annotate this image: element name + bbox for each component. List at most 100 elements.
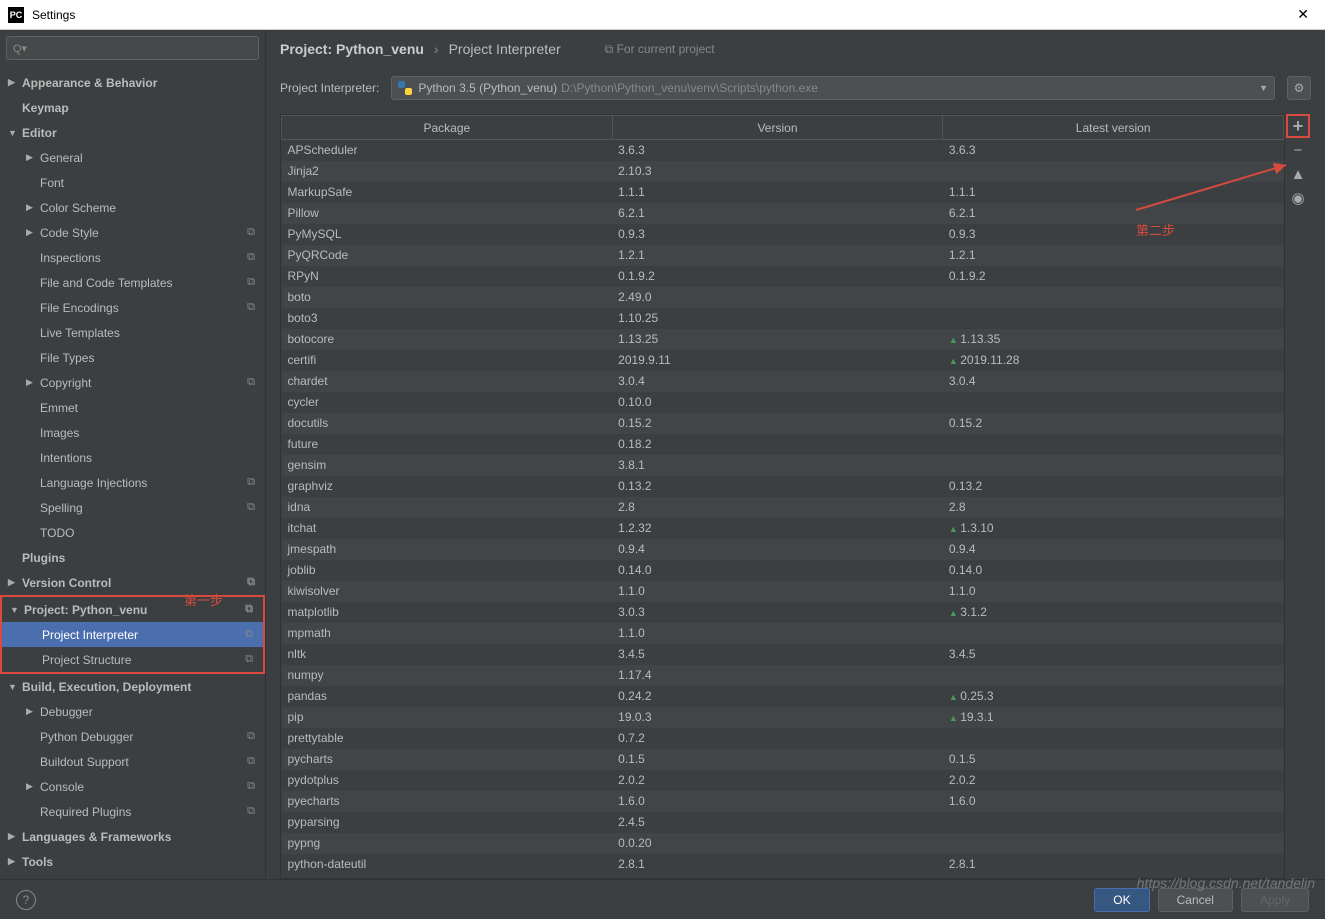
tree-node-console[interactable]: ▶Console⧉	[0, 774, 265, 799]
titlebar: PC Settings ✕	[0, 0, 1325, 30]
package-row[interactable]: cycler0.10.0	[282, 392, 1284, 413]
package-row[interactable]: joblib0.14.00.14.0	[282, 560, 1284, 581]
tree-node-color-scheme[interactable]: ▶Color Scheme	[0, 195, 265, 220]
close-icon[interactable]: ✕	[1289, 6, 1317, 23]
tree-node-languages-frameworks[interactable]: ▶Languages & Frameworks	[0, 824, 265, 849]
package-row[interactable]: chardet3.0.43.0.4	[282, 371, 1284, 392]
tree-node-intentions[interactable]: Intentions	[0, 445, 265, 470]
package-row[interactable]: graphviz0.13.20.13.2	[282, 476, 1284, 497]
upgrade-package-button[interactable]: ▲	[1286, 162, 1310, 186]
package-row[interactable]: docutils0.15.20.15.2	[282, 413, 1284, 434]
package-row[interactable]: mpmath1.1.0	[282, 623, 1284, 644]
tree-node-plugins[interactable]: Plugins	[0, 545, 265, 570]
tree-node-language-injections[interactable]: Language Injections⧉	[0, 470, 265, 495]
apply-button[interactable]: Apply	[1241, 888, 1309, 912]
tree-node-version-control[interactable]: ▶Version Control⧉	[0, 570, 265, 595]
package-row[interactable]: RPyN0.1.9.20.1.9.2	[282, 266, 1284, 287]
app-icon: PC	[8, 7, 24, 23]
scope-icon: ⧉	[247, 476, 255, 489]
ok-button[interactable]: OK	[1094, 888, 1149, 912]
tree-node-font[interactable]: Font	[0, 170, 265, 195]
package-row[interactable]: pip19.0.319.3.1	[282, 707, 1284, 728]
tree-arrow-icon: ▼	[10, 605, 19, 615]
package-row[interactable]: boto31.10.25	[282, 308, 1284, 329]
tree-node-project-interpreter[interactable]: Project Interpreter⧉	[2, 622, 263, 647]
tree-node-live-templates[interactable]: Live Templates	[0, 320, 265, 345]
package-row[interactable]: pycharts0.1.50.1.5	[282, 749, 1284, 770]
annotation-step1: 第一步	[184, 590, 223, 609]
package-row[interactable]: pydotplus2.0.22.0.2	[282, 770, 1284, 791]
tree-node-file-types[interactable]: File Types	[0, 345, 265, 370]
package-row[interactable]: pypng0.0.20	[282, 833, 1284, 854]
package-row[interactable]: certifi2019.9.112019.11.28	[282, 350, 1284, 371]
package-row[interactable]: future0.18.2	[282, 434, 1284, 455]
package-row[interactable]: PyQRCode1.2.11.2.1	[282, 245, 1284, 266]
tree-node-build-execution-deployment[interactable]: ▼Build, Execution, Deployment	[0, 674, 265, 699]
package-row[interactable]: APScheduler3.6.33.6.3	[282, 140, 1284, 161]
package-row[interactable]: pyparsing2.4.5	[282, 812, 1284, 833]
package-row[interactable]: numpy1.17.4	[282, 665, 1284, 686]
tree-node-copyright[interactable]: ▶Copyright⧉	[0, 370, 265, 395]
search-input[interactable]: Q▾	[6, 36, 259, 60]
package-row[interactable]: botocore1.13.251.13.35	[282, 329, 1284, 350]
scope-icon: ⧉	[247, 276, 255, 289]
scope-icon: ⧉	[247, 226, 255, 239]
tree-node-images[interactable]: Images	[0, 420, 265, 445]
scope-icon: ⧉	[247, 730, 255, 743]
col-version[interactable]: Version	[612, 116, 943, 140]
tree-node-keymap[interactable]: Keymap	[0, 95, 265, 120]
package-row[interactable]: MarkupSafe1.1.11.1.1	[282, 182, 1284, 203]
tree-node-debugger[interactable]: ▶Debugger	[0, 699, 265, 724]
package-row[interactable]: idna2.82.8	[282, 497, 1284, 518]
package-row[interactable]: itchat1.2.321.3.10	[282, 518, 1284, 539]
package-row[interactable]: prettytable0.7.2	[282, 728, 1284, 749]
scope-icon: ⧉	[247, 301, 255, 314]
tree-node-project-python-venu[interactable]: ▼Project: Python_venu⧉	[2, 597, 263, 622]
tree-node-python-debugger[interactable]: Python Debugger⧉	[0, 724, 265, 749]
remove-package-button[interactable]: −	[1286, 138, 1310, 162]
tree-node-code-style[interactable]: ▶Code Style⧉	[0, 220, 265, 245]
cancel-button[interactable]: Cancel	[1158, 888, 1233, 912]
package-row[interactable]: gensim3.8.1	[282, 455, 1284, 476]
tree-node-required-plugins[interactable]: Required Plugins⧉	[0, 799, 265, 824]
add-package-button[interactable]: +	[1286, 114, 1310, 138]
show-early-releases-button[interactable]: ◉	[1286, 186, 1310, 210]
tree-node-emmet[interactable]: Emmet	[0, 395, 265, 420]
window-title: Settings	[32, 8, 1289, 22]
package-row[interactable]: Pillow6.2.16.2.1	[282, 203, 1284, 224]
tree-node-inspections[interactable]: Inspections⧉	[0, 245, 265, 270]
gear-icon[interactable]: ⚙	[1287, 76, 1311, 100]
tree-node-appearance-behavior[interactable]: ▶Appearance & Behavior	[0, 70, 265, 95]
tree-node-project-structure[interactable]: Project Structure⧉	[2, 647, 263, 672]
scope-icon: ⧉	[247, 376, 255, 389]
package-row[interactable]: nltk3.4.53.4.5	[282, 644, 1284, 665]
tree-node-general[interactable]: ▶General	[0, 145, 265, 170]
package-row[interactable]: python-dateutil2.8.12.8.1	[282, 854, 1284, 875]
scope-icon: ⧉	[247, 501, 255, 514]
interpreter-path: D:\Python\Python_venu\venv\Scripts\pytho…	[561, 81, 818, 95]
interpreter-combo[interactable]: Python 3.5 (Python_venu) D:\Python\Pytho…	[391, 76, 1275, 100]
col-package[interactable]: Package	[282, 116, 613, 140]
package-row[interactable]: matplotlib3.0.33.1.2	[282, 602, 1284, 623]
package-row[interactable]: boto2.49.0	[282, 287, 1284, 308]
package-row[interactable]: kiwisolver1.1.01.1.0	[282, 581, 1284, 602]
tree-node-editor[interactable]: ▼Editor	[0, 120, 265, 145]
chevron-down-icon: ▼	[1259, 83, 1268, 93]
package-row[interactable]: pyecharts1.6.01.6.0	[282, 791, 1284, 812]
package-row[interactable]: Jinja22.10.3	[282, 161, 1284, 182]
help-button[interactable]: ?	[16, 890, 36, 910]
package-row[interactable]: pandas0.24.20.25.3	[282, 686, 1284, 707]
interpreter-row: Project Interpreter: Python 3.5 (Python_…	[266, 68, 1325, 114]
scope-icon: ⧉	[247, 755, 255, 768]
tree-node-spelling[interactable]: Spelling⧉	[0, 495, 265, 520]
col-latest[interactable]: Latest version	[943, 116, 1284, 140]
tree-node-file-and-code-templates[interactable]: File and Code Templates⧉	[0, 270, 265, 295]
dialog-footer: ? OK Cancel Apply	[0, 879, 1325, 919]
tree-node-todo[interactable]: TODO	[0, 520, 265, 545]
tree-node-buildout-support[interactable]: Buildout Support⧉	[0, 749, 265, 774]
tree-node-tools[interactable]: ▶Tools	[0, 849, 265, 874]
package-row[interactable]: PyMySQL0.9.30.9.3	[282, 224, 1284, 245]
tree-node-file-encodings[interactable]: File Encodings⧉	[0, 295, 265, 320]
packages-table[interactable]: Package Version Latest version APSchedul…	[280, 114, 1285, 879]
package-row[interactable]: jmespath0.9.40.9.4	[282, 539, 1284, 560]
